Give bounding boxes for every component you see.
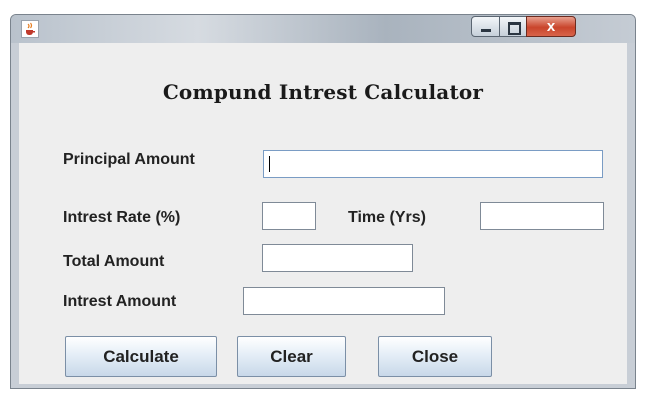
total-label: Total Amount xyxy=(63,253,165,270)
clear-button[interactable]: Clear xyxy=(237,336,346,377)
rate-input[interactable] xyxy=(262,202,316,230)
time-input[interactable] xyxy=(480,202,604,230)
form-title: Compund Intrest Calculator xyxy=(162,80,484,104)
total-amount-field[interactable] xyxy=(262,244,413,272)
minimize-button[interactable] xyxy=(471,16,500,37)
form-panel: Compund Intrest Calculator Principal Amo… xyxy=(19,43,627,384)
interest-amount-field[interactable] xyxy=(243,287,445,315)
time-label: Time (Yrs) xyxy=(348,209,426,226)
interest-label: Intrest Amount xyxy=(63,293,177,310)
maximize-button[interactable] xyxy=(499,16,527,37)
maximize-icon xyxy=(508,22,521,35)
title-bar[interactable]: x xyxy=(11,15,635,43)
minimize-icon xyxy=(481,29,491,32)
principal-input[interactable] xyxy=(263,150,603,178)
close-window-button[interactable]: x xyxy=(526,16,576,37)
rate-label: Intrest Rate (%) xyxy=(63,209,181,226)
text-caret xyxy=(269,156,270,172)
calculate-button[interactable]: Calculate xyxy=(65,336,217,377)
principal-label: Principal Amount xyxy=(63,151,195,168)
close-icon: x xyxy=(546,18,556,35)
java-cup-icon[interactable] xyxy=(21,20,39,38)
calculator-window: x Compund Intrest Calculator Principal A… xyxy=(10,14,636,389)
close-button[interactable]: Close xyxy=(378,336,492,377)
